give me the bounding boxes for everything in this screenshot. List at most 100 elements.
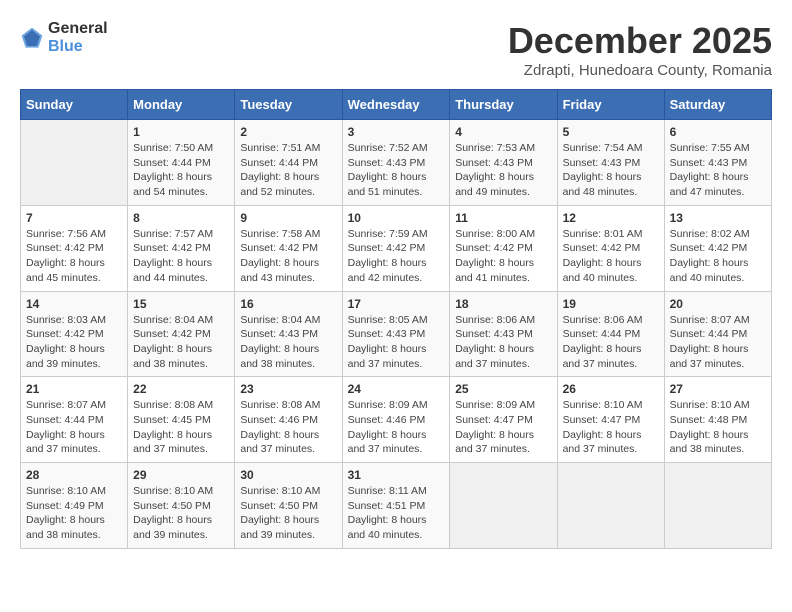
day-number: 18 xyxy=(455,297,551,311)
day-number: 9 xyxy=(240,211,336,225)
day-number: 15 xyxy=(133,297,229,311)
day-info: Sunrise: 7:54 AM Sunset: 4:43 PM Dayligh… xyxy=(563,141,659,200)
day-info: Sunrise: 8:09 AM Sunset: 4:46 PM Dayligh… xyxy=(348,398,445,457)
day-number: 7 xyxy=(26,211,122,225)
calendar-cell: 16 Sunrise: 8:04 AM Sunset: 4:43 PM Dayli… xyxy=(235,291,342,377)
day-number: 5 xyxy=(563,125,659,139)
day-info: Sunrise: 8:11 AM Sunset: 4:51 PM Dayligh… xyxy=(348,484,445,543)
day-info: Sunrise: 8:10 AM Sunset: 4:50 PM Dayligh… xyxy=(240,484,336,543)
day-info: Sunrise: 7:59 AM Sunset: 4:42 PM Dayligh… xyxy=(348,227,445,286)
calendar-cell: 8 Sunrise: 7:57 AM Sunset: 4:42 PM Daylig… xyxy=(128,205,235,291)
calendar-cell: 18 Sunrise: 8:06 AM Sunset: 4:43 PM Dayli… xyxy=(450,291,557,377)
day-number: 21 xyxy=(26,382,122,396)
day-number: 8 xyxy=(133,211,229,225)
calendar-cell: 20 Sunrise: 8:07 AM Sunset: 4:44 PM Dayli… xyxy=(664,291,771,377)
day-info: Sunrise: 8:04 AM Sunset: 4:42 PM Dayligh… xyxy=(133,313,229,372)
day-number: 26 xyxy=(563,382,659,396)
day-number: 25 xyxy=(455,382,551,396)
day-number: 13 xyxy=(670,211,766,225)
day-info: Sunrise: 8:03 AM Sunset: 4:42 PM Dayligh… xyxy=(26,313,122,372)
day-number: 29 xyxy=(133,468,229,482)
calendar-cell: 10Sunrise: 7:59 AM Sunset: 4:42 PM Dayli… xyxy=(342,205,450,291)
day-info: Sunrise: 8:05 AM Sunset: 4:43 PM Dayligh… xyxy=(348,313,445,372)
day-info: Sunrise: 8:01 AM Sunset: 4:42 PM Dayligh… xyxy=(563,227,659,286)
day-number: 3 xyxy=(348,125,445,139)
calendar-cell: 14 Sunrise: 8:03 AM Sunset: 4:42 PM Dayli… xyxy=(21,291,128,377)
day-info: Sunrise: 8:10 AM Sunset: 4:49 PM Dayligh… xyxy=(26,484,122,543)
day-number: 6 xyxy=(670,125,766,139)
calendar-cell: 1Sunrise: 7:50 AM Sunset: 4:44 PM Daylig… xyxy=(128,120,235,206)
day-number: 27 xyxy=(670,382,766,396)
weekday-header-friday: Friday xyxy=(557,90,664,120)
calendar-cell: 2Sunrise: 7:51 AM Sunset: 4:44 PM Daylig… xyxy=(235,120,342,206)
day-number: 30 xyxy=(240,468,336,482)
day-number: 16 xyxy=(240,297,336,311)
calendar-cell: 6 Sunrise: 7:55 AM Sunset: 4:43 PM Daylig… xyxy=(664,120,771,206)
calendar-cell: 17 Sunrise: 8:05 AM Sunset: 4:43 PM Dayli… xyxy=(342,291,450,377)
calendar-cell: 15 Sunrise: 8:04 AM Sunset: 4:42 PM Dayli… xyxy=(128,291,235,377)
day-info: Sunrise: 8:00 AM Sunset: 4:42 PM Dayligh… xyxy=(455,227,551,286)
calendar-cell: 28 Sunrise: 8:10 AM Sunset: 4:49 PM Dayli… xyxy=(21,463,128,549)
day-number: 11 xyxy=(455,211,551,225)
day-info: Sunrise: 8:10 AM Sunset: 4:47 PM Dayligh… xyxy=(563,398,659,457)
logo-icon xyxy=(20,26,44,50)
day-info: Sunrise: 7:56 AM Sunset: 4:42 PM Dayligh… xyxy=(26,227,122,286)
day-number: 31 xyxy=(348,468,445,482)
calendar-cell: 7 Sunrise: 7:56 AM Sunset: 4:42 PM Daylig… xyxy=(21,205,128,291)
calendar-cell: 9 Sunrise: 7:58 AM Sunset: 4:42 PM Daylig… xyxy=(235,205,342,291)
calendar-cell: 11 Sunrise: 8:00 AM Sunset: 4:42 PM Dayli… xyxy=(450,205,557,291)
day-number: 2 xyxy=(240,125,336,139)
logo: General Blue xyxy=(20,20,108,55)
day-number: 19 xyxy=(563,297,659,311)
day-info: Sunrise: 8:09 AM Sunset: 4:47 PM Dayligh… xyxy=(455,398,551,457)
day-info: Sunrise: 8:06 AM Sunset: 4:44 PM Dayligh… xyxy=(563,313,659,372)
day-number: 12 xyxy=(563,211,659,225)
calendar-cell xyxy=(557,463,664,549)
weekday-header-tuesday: Tuesday xyxy=(235,90,342,120)
calendar-table: SundayMondayTuesdayWednesdayThursdayFrid… xyxy=(20,89,772,549)
weekday-header-saturday: Saturday xyxy=(664,90,771,120)
day-info: Sunrise: 7:58 AM Sunset: 4:42 PM Dayligh… xyxy=(240,227,336,286)
day-info: Sunrise: 8:07 AM Sunset: 4:44 PM Dayligh… xyxy=(670,313,766,372)
day-info: Sunrise: 7:55 AM Sunset: 4:43 PM Dayligh… xyxy=(670,141,766,200)
weekday-header-sunday: Sunday xyxy=(21,90,128,120)
calendar-cell: 3 Sunrise: 7:52 AM Sunset: 4:43 PM Daylig… xyxy=(342,120,450,206)
calendar-cell: 22Sunrise: 8:08 AM Sunset: 4:45 PM Dayli… xyxy=(128,377,235,463)
title-area: December 2025 Zdrapti, Hunedoara County,… xyxy=(508,20,772,79)
calendar-cell: 12 Sunrise: 8:01 AM Sunset: 4:42 PM Dayli… xyxy=(557,205,664,291)
day-info: Sunrise: 7:52 AM Sunset: 4:43 PM Dayligh… xyxy=(348,141,445,200)
day-info: Sunrise: 8:06 AM Sunset: 4:43 PM Dayligh… xyxy=(455,313,551,372)
weekday-header-monday: Monday xyxy=(128,90,235,120)
day-info: Sunrise: 8:10 AM Sunset: 4:48 PM Dayligh… xyxy=(670,398,766,457)
weekday-header-wednesday: Wednesday xyxy=(342,90,450,120)
logo-blue: Blue xyxy=(48,38,108,56)
calendar-cell: 30 Sunrise: 8:10 AM Sunset: 4:50 PM Dayli… xyxy=(235,463,342,549)
location-title: Zdrapti, Hunedoara County, Romania xyxy=(508,62,772,79)
day-info: Sunrise: 8:10 AM Sunset: 4:50 PM Dayligh… xyxy=(133,484,229,543)
weekday-header-thursday: Thursday xyxy=(450,90,557,120)
month-title: December 2025 xyxy=(508,20,772,62)
day-number: 17 xyxy=(348,297,445,311)
calendar-cell: 25 Sunrise: 8:09 AM Sunset: 4:47 PM Dayli… xyxy=(450,377,557,463)
calendar-cell: 24Sunrise: 8:09 AM Sunset: 4:46 PM Dayli… xyxy=(342,377,450,463)
day-number: 22 xyxy=(133,382,229,396)
day-number: 14 xyxy=(26,297,122,311)
day-number: 23 xyxy=(240,382,336,396)
calendar-cell xyxy=(21,120,128,206)
day-info: Sunrise: 8:08 AM Sunset: 4:46 PM Dayligh… xyxy=(240,398,336,457)
day-info: Sunrise: 7:57 AM Sunset: 4:42 PM Dayligh… xyxy=(133,227,229,286)
day-info: Sunrise: 8:07 AM Sunset: 4:44 PM Dayligh… xyxy=(26,398,122,457)
calendar-cell: 4Sunrise: 7:53 AM Sunset: 4:43 PM Daylig… xyxy=(450,120,557,206)
calendar-cell xyxy=(450,463,557,549)
calendar-cell: 5 Sunrise: 7:54 AM Sunset: 4:43 PM Daylig… xyxy=(557,120,664,206)
logo-general: General xyxy=(48,20,108,38)
calendar-cell: 21 Sunrise: 8:07 AM Sunset: 4:44 PM Dayli… xyxy=(21,377,128,463)
day-info: Sunrise: 8:04 AM Sunset: 4:43 PM Dayligh… xyxy=(240,313,336,372)
calendar-cell: 29 Sunrise: 8:10 AM Sunset: 4:50 PM Dayli… xyxy=(128,463,235,549)
day-number: 28 xyxy=(26,468,122,482)
day-number: 1 xyxy=(133,125,229,139)
day-info: Sunrise: 7:53 AM Sunset: 4:43 PM Dayligh… xyxy=(455,141,551,200)
calendar-cell: 31 Sunrise: 8:11 AM Sunset: 4:51 PM Dayli… xyxy=(342,463,450,549)
day-info: Sunrise: 8:02 AM Sunset: 4:42 PM Dayligh… xyxy=(670,227,766,286)
day-number: 20 xyxy=(670,297,766,311)
